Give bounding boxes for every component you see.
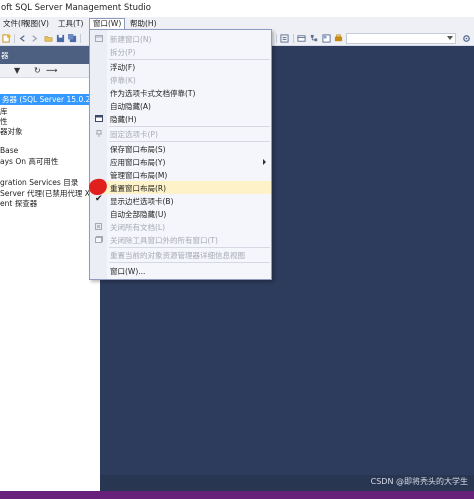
checkmark-icon: ✔	[95, 194, 103, 204]
menu-item-hide[interactable]: 隐藏(H)	[91, 112, 271, 125]
submenu-arrow-icon	[263, 159, 266, 165]
menu-item-label: 自动全部隐藏(U)	[110, 210, 167, 219]
menu-item-label: 拆分(P)	[110, 48, 136, 57]
toolbar-separator	[293, 34, 294, 43]
menu-item-reset-layout[interactable]: 重置窗口布局(R)	[87, 177, 271, 197]
open-icon[interactable]	[44, 34, 53, 43]
menu-item-label: 显示边栏选项卡(B)	[110, 197, 174, 206]
menu-item-float[interactable]: 浮动(F)	[91, 60, 271, 73]
template-icon[interactable]	[322, 34, 331, 43]
menu-item-label: 新建窗口(N)	[110, 35, 152, 44]
menu-item-label: 自动隐藏(A)	[110, 102, 151, 111]
object-explorer-icon[interactable]	[310, 34, 319, 43]
menu-item-label: 保存窗口布局(S)	[110, 145, 166, 154]
menu-item-label: 重置当前的对象资源管理器详细信息视图	[110, 251, 245, 260]
menu-item-manage-layout[interactable]: 管理窗口布局(M)	[91, 168, 271, 181]
menu-item-label: 窗口(W)...	[110, 267, 146, 276]
object-explorer-pane: 器 中 ▼ ↻ ⟿ 务器 (SQL Server 15.0.2000 库 性 器…	[0, 46, 107, 491]
menu-view[interactable]: 视图(V)	[20, 18, 52, 30]
toolbar-separator	[14, 34, 15, 43]
menu-item-windows[interactable]: 窗口(W)...	[91, 264, 271, 277]
menu-item-label: 重置窗口布局(R)	[110, 184, 167, 193]
menu-item-label: 停靠(K)	[110, 76, 136, 85]
menu-item-label: 隐藏(H)	[110, 115, 137, 124]
menu-item-new-window[interactable]: 新建窗口(N)	[91, 32, 271, 45]
close-all-docs-icon	[95, 223, 102, 230]
new-window-icon	[95, 35, 103, 42]
menu-item-label: 应用窗口布局(Y)	[110, 158, 166, 167]
menu-item-split[interactable]: 拆分(P)	[91, 45, 271, 58]
menu-item-label: 关闭除工具窗口外的所有窗口(T)	[110, 236, 218, 245]
registered-servers-icon[interactable]	[297, 34, 306, 43]
tree-node-integration-services[interactable]: gration Services 目录	[0, 177, 78, 188]
filter-icon[interactable]: ▼	[14, 66, 20, 75]
tree-node-polybase[interactable]: Base	[0, 146, 18, 155]
menu-item-label: 作为选项卡式文档停靠(T)	[110, 89, 196, 98]
toolbar-separator	[80, 34, 81, 43]
watermark-text: CSDN @即将秃头的大学生	[370, 477, 468, 486]
menu-item-show-sidebar-tabs[interactable]: ✔ 显示边栏选项卡(B)	[91, 194, 271, 207]
pin-icon	[96, 130, 102, 137]
close-all-windows-icon	[95, 236, 103, 243]
object-explorer-header: 器 中	[0, 46, 100, 64]
menu-item-label: 固定选项卡(P)	[110, 130, 158, 139]
menu-item-apply-layout[interactable]: 应用窗口布局(Y)	[91, 155, 271, 168]
object-explorer-title: 器	[1, 51, 9, 60]
menu-item-label: 管理窗口布局(M)	[110, 171, 168, 180]
menu-separator	[109, 262, 270, 263]
menu-item-close-all-except-tools[interactable]: 关闭除工具窗口外的所有窗口(T)	[91, 233, 271, 246]
menu-tools[interactable]: 工具(T)	[55, 18, 86, 30]
chevron-down-icon	[447, 36, 453, 40]
menu-item-auto-hide-all[interactable]: 自动全部隐藏(U)	[91, 207, 271, 220]
refresh-icon[interactable]: ↻	[34, 66, 41, 75]
back-icon[interactable]	[18, 34, 27, 43]
new-query-icon[interactable]	[2, 34, 11, 43]
window-title: oft SQL Server Management Studio	[1, 3, 151, 13]
toolbar-combo[interactable]	[346, 33, 456, 44]
menu-item-reset-explorer-details[interactable]: 重置当前的对象资源管理器详细信息视图	[91, 248, 271, 261]
menu-item-auto-hide[interactable]: 自动隐藏(A)	[91, 99, 271, 112]
tree-node-always-on[interactable]: ays On 高可用性	[0, 156, 58, 167]
activity-monitor-icon[interactable]: ⟿	[46, 66, 57, 75]
menu-item-pin-tab[interactable]: 固定选项卡(P)	[91, 127, 271, 140]
menu-item-dock-as-tabbed[interactable]: 作为选项卡式文档停靠(T)	[91, 86, 271, 99]
toolbar-separator	[276, 34, 277, 43]
title-bar: oft SQL Server Management Studio	[0, 0, 474, 17]
menu-item-close-all-docs[interactable]: 关闭所有文档(L)	[91, 220, 271, 233]
forward-icon[interactable]	[30, 34, 39, 43]
menu-item-dock[interactable]: 停靠(K)	[91, 73, 271, 86]
save-icon[interactable]	[56, 34, 65, 43]
menu-item-label: 浮动(F)	[110, 63, 136, 72]
properties-icon[interactable]	[280, 34, 289, 43]
save-all-icon[interactable]	[68, 34, 77, 43]
tree-node-xevent-profiler[interactable]: ent 探查器	[0, 198, 37, 209]
tree-node-server-objects[interactable]: 器对象	[0, 126, 23, 137]
hide-icon	[95, 115, 103, 122]
menu-item-label: 关闭所有文档(L)	[110, 223, 166, 232]
options-icon[interactable]	[462, 34, 471, 43]
status-bar	[0, 491, 474, 499]
window-menu-dropdown: 新建窗口(N) 拆分(P) 浮动(F) 停靠(K) 作为选项卡式文档停靠(T) …	[87, 29, 272, 280]
menu-item-save-layout[interactable]: 保存窗口布局(S)	[91, 142, 271, 155]
toolbox-icon[interactable]	[334, 34, 343, 43]
object-explorer-toolbar: ▼ ↻ ⟿	[0, 64, 100, 78]
